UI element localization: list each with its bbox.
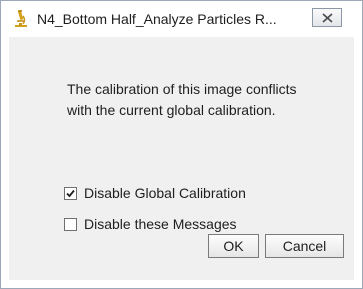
disable-messages-checkbox[interactable] bbox=[64, 218, 77, 231]
close-x-icon bbox=[322, 13, 333, 23]
title-bar[interactable]: N4_Bottom Half_Analyze Particles R... bbox=[1, 1, 362, 37]
microscope-icon bbox=[14, 9, 28, 28]
dialog-content: The calibration of this image conflicts … bbox=[9, 37, 354, 280]
close-button[interactable] bbox=[312, 8, 342, 27]
message-line-1: The calibration of this image conflicts bbox=[67, 81, 297, 97]
ok-button[interactable]: OK bbox=[208, 234, 259, 258]
disable-global-calibration-label[interactable]: Disable Global Calibration bbox=[84, 185, 246, 202]
cancel-button[interactable]: Cancel bbox=[265, 234, 344, 258]
dialog-window: N4_Bottom Half_Analyze Particles R... Th… bbox=[0, 0, 363, 289]
calibration-message: The calibration of this image conflicts … bbox=[67, 79, 297, 121]
message-line-2: with the current global calibration. bbox=[67, 102, 276, 118]
checkmark-icon bbox=[66, 189, 75, 198]
window-title: N4_Bottom Half_Analyze Particles R... bbox=[37, 11, 277, 27]
disable-global-calibration-checkbox[interactable] bbox=[64, 187, 77, 200]
disable-messages-label[interactable]: Disable these Messages bbox=[84, 216, 237, 233]
